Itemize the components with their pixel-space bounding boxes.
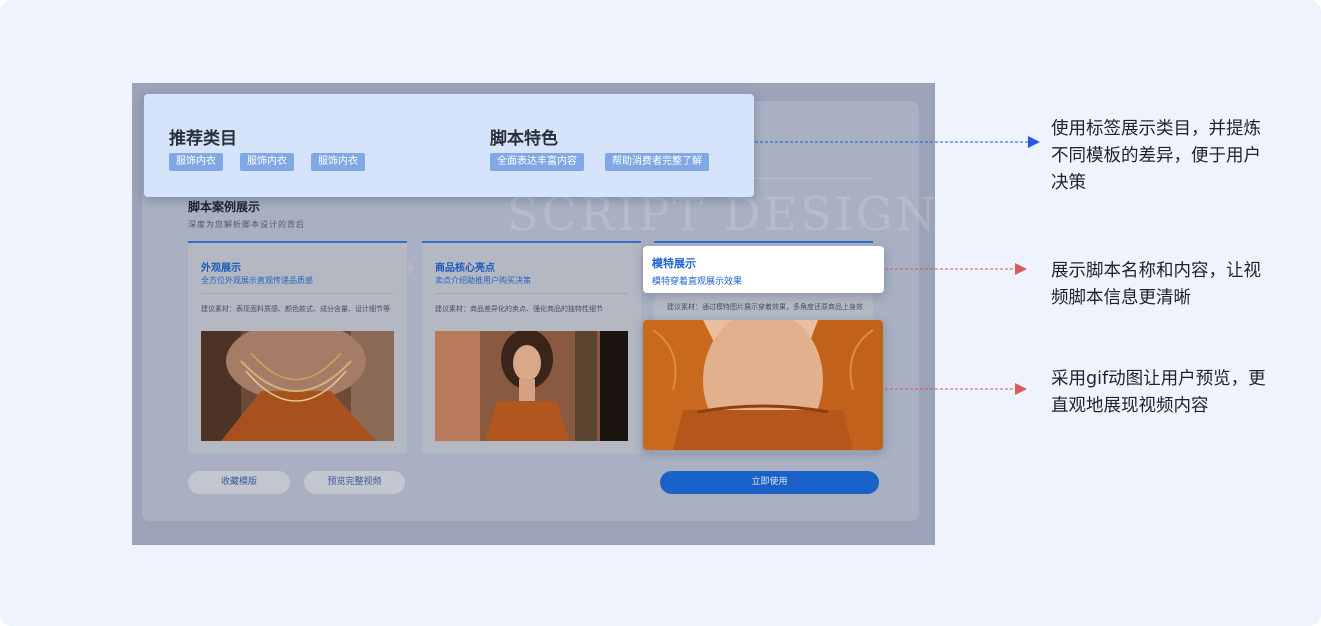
- annotation-script-name: 展示脚本名称和内容，让视频脚本信息更清晰: [1051, 261, 1261, 308]
- annotation-arrows: [755, 136, 1040, 395]
- arrow-head-2: [1015, 263, 1027, 275]
- annotation-gif-preview: 采用gif动图让用户预览，更直观地展现视频内容: [1051, 369, 1266, 416]
- annotation-tags: 使用标签展示类目，并提炼不同模板的差异，便于用户决策: [1051, 119, 1261, 193]
- arrow-head-1: [1028, 136, 1040, 148]
- arrow-head-3: [1015, 383, 1027, 395]
